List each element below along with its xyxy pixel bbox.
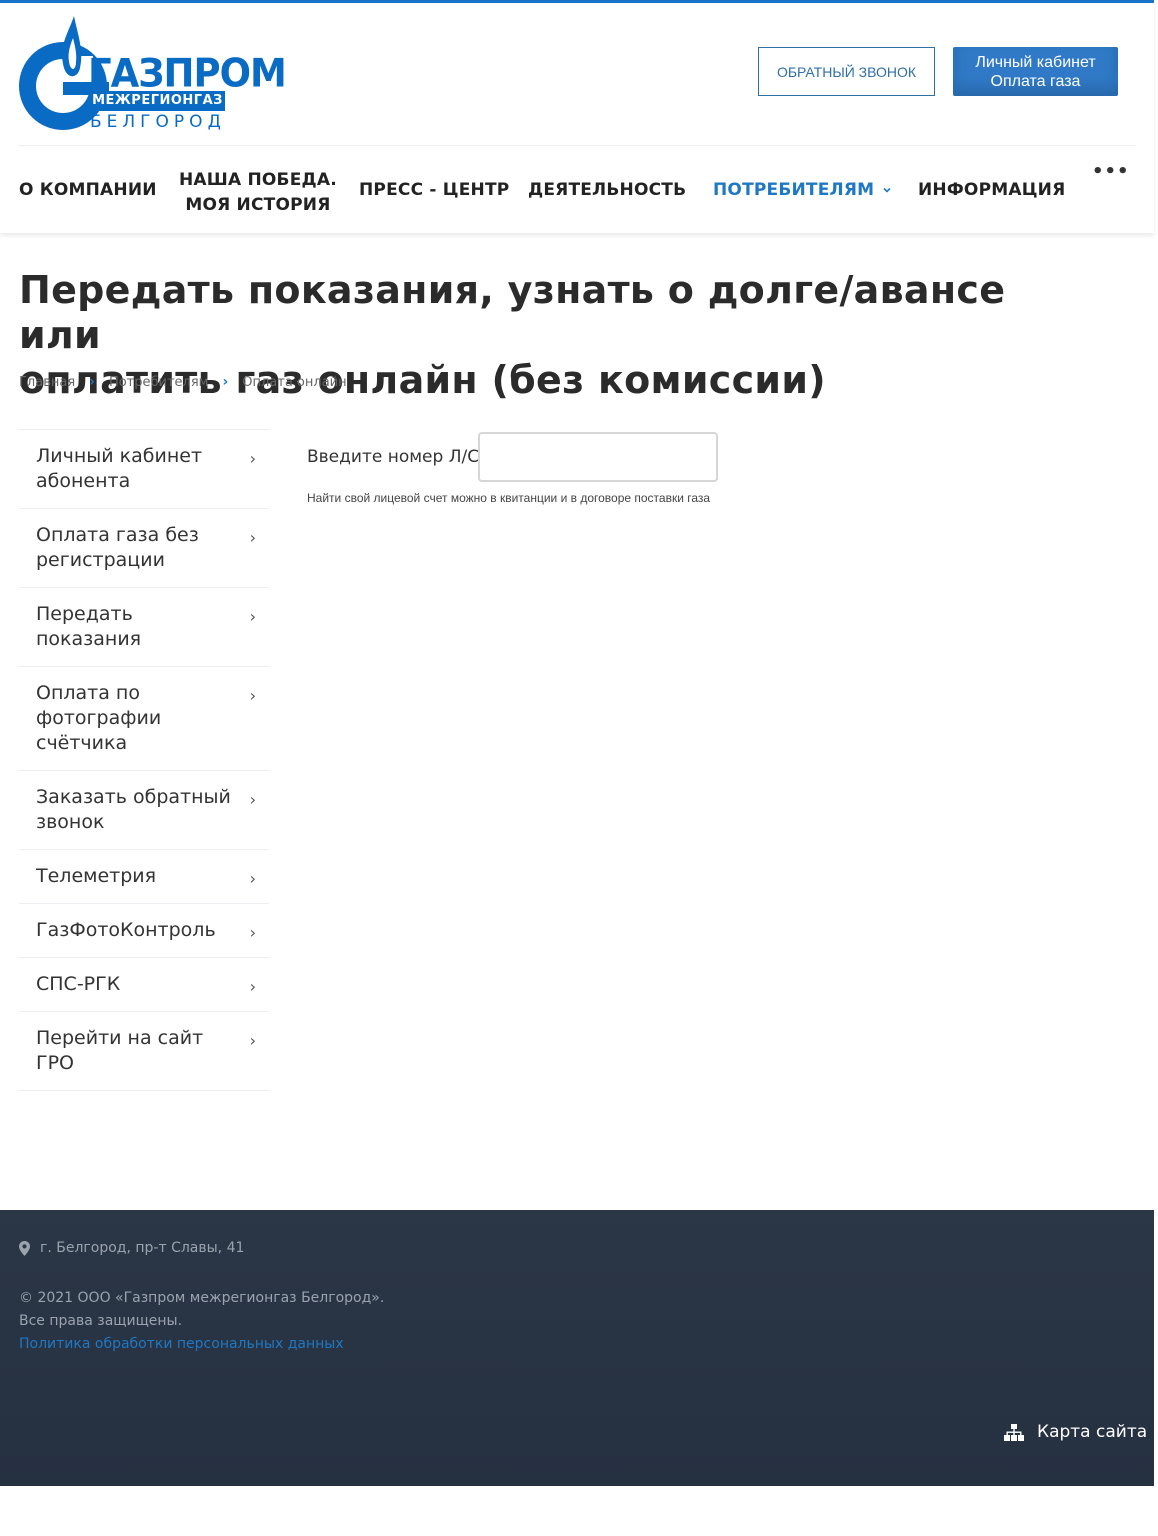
sidebar-item-personal-cabinet[interactable]: Личный кабинет абонента › bbox=[19, 430, 269, 509]
personal-cabinet-button[interactable]: Личный кабинет Оплата газа bbox=[953, 47, 1118, 96]
logo-subtitle: МЕЖРЕГИОНГАЗ bbox=[90, 91, 225, 111]
nav-information[interactable]: ИНФОРМАЦИЯ bbox=[918, 180, 1065, 200]
sidebar-item-label: Личный кабинет bbox=[36, 445, 203, 467]
breadcrumb: Главная › Потребителям › Оплата онлайн bbox=[19, 374, 347, 390]
sidebar-item-telemetry[interactable]: Телеметрия › bbox=[19, 850, 269, 904]
privacy-policy-link[interactable]: Политика обработки персональных данных bbox=[19, 1336, 344, 1352]
sidebar-item-label: Оплата по bbox=[36, 682, 140, 704]
sidebar-item-label: Оплата газа без bbox=[36, 524, 199, 546]
sidebar-item-gro-site[interactable]: Перейти на сайт ГРО › bbox=[19, 1012, 269, 1091]
sidebar-menu: Личный кабинет абонента › Оплата газа бе… bbox=[19, 429, 269, 1091]
nav-press-center[interactable]: ПРЕСС - ЦЕНТР bbox=[359, 180, 509, 200]
sidebar-item-order-callback[interactable]: Заказать обратный звонок › bbox=[19, 771, 269, 850]
logo-brand-text: ГАЗПРОМ bbox=[88, 50, 287, 97]
chevron-right-icon: › bbox=[249, 977, 256, 996]
nav-about-company[interactable]: О КОМПАНИИ bbox=[19, 180, 157, 200]
sitemap-label: Карта сайта bbox=[1037, 1422, 1148, 1442]
nav-our-victory[interactable]: НАША ПОБЕДА. МОЯ ИСТОРИЯ bbox=[179, 168, 337, 218]
chevron-right-icon: › bbox=[249, 869, 256, 888]
footer-address: г. Белгород, пр-т Славы, 41 bbox=[19, 1240, 244, 1256]
sitemap-icon bbox=[1004, 1423, 1024, 1441]
sidebar-item-label: Перейти на сайт ГРО bbox=[36, 1027, 204, 1074]
sidebar-item-sps-rgk[interactable]: СПС-РГК › bbox=[19, 958, 269, 1012]
chevron-right-icon: › bbox=[249, 528, 256, 547]
sidebar-item-label: Телеметрия bbox=[36, 865, 157, 887]
chevron-down-icon bbox=[883, 187, 891, 193]
sidebar-item-label: регистрации bbox=[36, 549, 165, 571]
chevron-right-icon: › bbox=[249, 1031, 256, 1050]
breadcrumb-consumers[interactable]: Потребителям bbox=[109, 375, 209, 390]
page: ГАЗПРОМ МЕЖРЕГИОНГАЗ БЕЛГОРОД ОБРАТНЫЙ З… bbox=[0, 0, 1158, 1536]
chevron-right-icon: › bbox=[249, 686, 256, 705]
account-number-label: Введите номер Л/С bbox=[307, 447, 480, 467]
chevron-right-icon: › bbox=[249, 790, 256, 809]
page-title-line1: Передать показания, узнать о долге/аванс… bbox=[19, 268, 1006, 357]
sidebar-item-label: абонента bbox=[36, 470, 131, 492]
chevron-right-icon: › bbox=[249, 449, 256, 468]
footer-copyright: © 2021 ООО «Газпром межрегионгаз Белгоро… bbox=[19, 1290, 385, 1306]
breadcrumb-home[interactable]: Главная bbox=[19, 375, 75, 390]
account-number-hint: Найти свой лицевой счет можно в квитанци… bbox=[307, 491, 711, 505]
chevron-right-icon: › bbox=[249, 607, 256, 626]
header-divider bbox=[18, 145, 1136, 146]
cabinet-button-line2: Оплата газа bbox=[990, 72, 1081, 90]
sidebar-item-pay-by-meter-photo[interactable]: Оплата по фотографии счётчика › bbox=[19, 667, 269, 771]
more-menu-icon[interactable]: ••• bbox=[1092, 161, 1130, 182]
map-marker-icon bbox=[19, 1240, 30, 1256]
nav-activity[interactable]: ДЕЯТЕЛЬНОСТЬ bbox=[528, 180, 686, 200]
breadcrumb-current: Оплата онлайн bbox=[242, 374, 347, 390]
chevron-right-icon: › bbox=[249, 923, 256, 942]
nav-our-victory-line2: МОЯ ИСТОРИЯ bbox=[185, 195, 331, 215]
sidebar-item-label: Заказать обратный bbox=[36, 786, 231, 808]
logo-city: БЕЛГОРОД bbox=[90, 112, 226, 132]
sidebar-item-label: звонок bbox=[36, 811, 105, 833]
sidebar-item-label: счётчика bbox=[36, 732, 128, 754]
callback-button[interactable]: ОБРАТНЫЙ ЗВОНОК bbox=[758, 47, 935, 96]
sidebar-item-label: Передать показания bbox=[36, 603, 142, 650]
gazprom-logo[interactable]: ГАЗПРОМ МЕЖРЕГИОНГАЗ БЕЛГОРОД bbox=[18, 16, 287, 134]
sitemap-link[interactable]: Карта сайта bbox=[1004, 1422, 1147, 1442]
sidebar-item-label: фотографии bbox=[36, 707, 162, 729]
footer-address-text: г. Белгород, пр-т Славы, 41 bbox=[40, 1240, 245, 1256]
sidebar-item-label: ГазФотоКонтроль bbox=[36, 919, 216, 941]
nav-our-victory-line1: НАША ПОБЕДА. bbox=[179, 170, 337, 190]
footer-rights: Все права защищены. bbox=[19, 1313, 183, 1329]
sidebar-item-pay-without-registration[interactable]: Оплата газа без регистрации › bbox=[19, 509, 269, 588]
nav-consumers-label: ПОТРЕБИТЕЛЯМ bbox=[713, 180, 875, 200]
cabinet-button-line1: Личный кабинет bbox=[975, 53, 1096, 71]
sidebar-item-gas-photo-control[interactable]: ГазФотоКонтроль › bbox=[19, 904, 269, 958]
sidebar-item-submit-readings[interactable]: Передать показания › bbox=[19, 588, 269, 667]
nav-consumers[interactable]: ПОТРЕБИТЕЛЯМ bbox=[713, 180, 892, 200]
site-header: ГАЗПРОМ МЕЖРЕГИОНГАЗ БЕЛГОРОД ОБРАТНЫЙ З… bbox=[0, 0, 1154, 233]
breadcrumb-separator-icon: › bbox=[89, 374, 95, 390]
sidebar-item-label: СПС-РГК bbox=[36, 973, 121, 995]
account-number-input[interactable] bbox=[478, 432, 718, 482]
breadcrumb-separator-icon: › bbox=[222, 374, 229, 390]
site-footer: г. Белгород, пр-т Славы, 41 © 2021 ООО «… bbox=[0, 1210, 1154, 1486]
